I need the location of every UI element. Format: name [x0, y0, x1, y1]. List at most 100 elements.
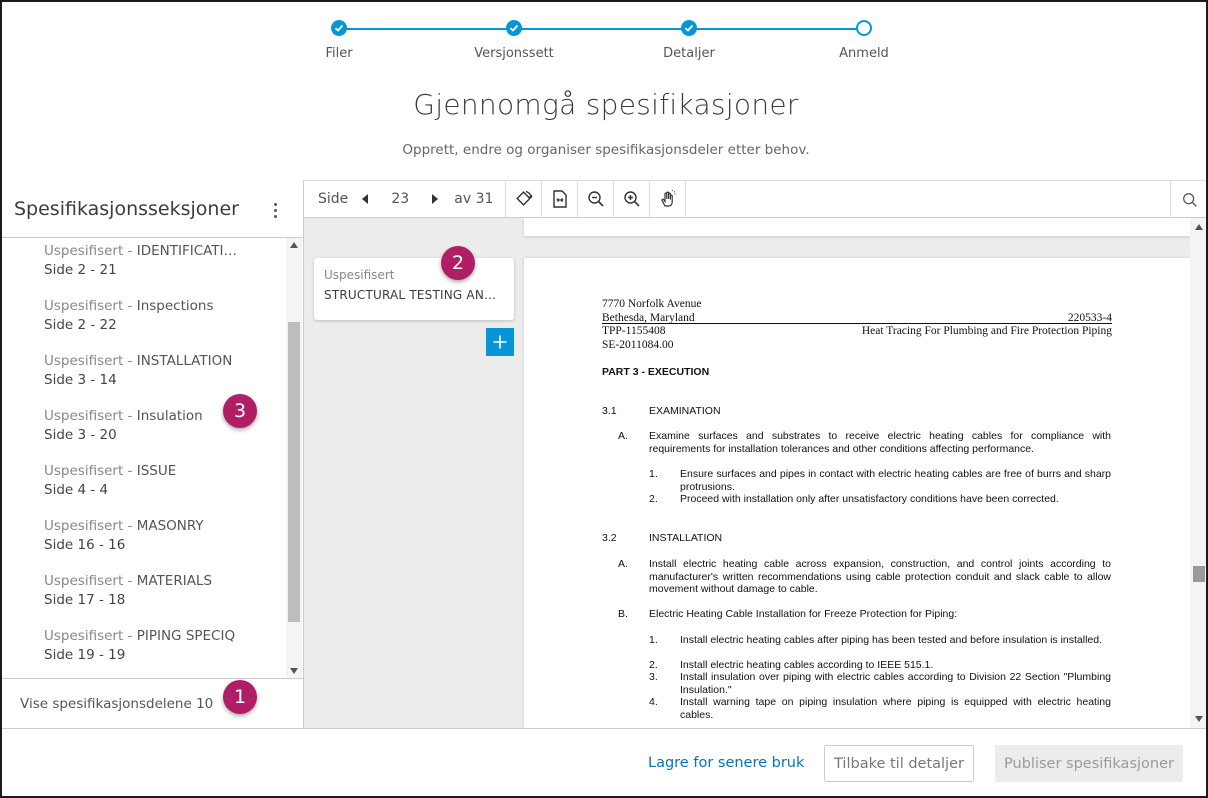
doc-item-number: 2. — [649, 659, 658, 671]
doc-title: Heat Tracing For Plumbing and Fire Prote… — [861, 325, 1112, 337]
publish-specifications-button[interactable]: Publiser spesifikasjoner — [995, 745, 1183, 782]
section-name: PIPING SPECIQ — [136, 628, 236, 644]
save-for-later-link[interactable]: Lagre for senere bruk — [648, 755, 804, 771]
viewer-toolbar: Side 23 av 31 — [304, 180, 1206, 218]
doc-header-rule — [602, 323, 1112, 324]
step-label: Versjonssett — [474, 46, 554, 61]
doc-paragraph: Install electric heating cables accordin… — [680, 659, 934, 671]
section-item[interactable]: Uspesifisert - IDENTIFICATI… Side 2 - 21 — [2, 238, 286, 293]
rotate-icon — [516, 190, 533, 206]
section-item[interactable]: Uspesifisert - Inspections Side 2 - 22 — [2, 293, 286, 348]
card-label: Uspesifisert — [324, 268, 395, 282]
zoom-in-icon — [624, 191, 640, 207]
section-name: ISSUE — [136, 463, 177, 479]
scroll-down-arrow-icon[interactable] — [290, 668, 298, 674]
sidebar-scrollbar[interactable] — [286, 238, 302, 678]
scroll-down-arrow-icon[interactable] — [1195, 716, 1203, 722]
section-item[interactable]: Uspesifisert - MATERIALS Side 17 - 18 — [2, 568, 286, 623]
step-anmeld: Anmeld — [814, 20, 914, 61]
doc-item-number: 2. — [649, 493, 658, 505]
section-name: Inspections — [136, 298, 214, 314]
section-prefix: Uspesifisert - — [44, 573, 137, 589]
viewer-scrollbar[interactable] — [1190, 218, 1206, 728]
search-button[interactable] — [1170, 181, 1206, 218]
section-pages: Side 3 - 14 — [44, 372, 117, 388]
section-item[interactable]: Uspesifisert - MASONRY Side 16 - 16 — [2, 513, 286, 568]
section-prefix: Uspesifisert - — [44, 518, 137, 534]
doc-paragraph: Electric Heating Cable Installation for … — [649, 608, 958, 620]
section-item[interactable]: Uspesifisert - PIPING SPECIQ Side 19 - 1… — [2, 623, 286, 678]
page-word: Side — [318, 191, 349, 207]
zoom-out-button[interactable] — [578, 181, 615, 217]
callout-badge-1: 1 — [223, 680, 257, 714]
doc-se-number: SE-2011084.00 — [602, 339, 674, 351]
section-prefix: Uspesifisert - — [44, 408, 137, 424]
section-name: IDENTIFICATI… — [136, 243, 238, 259]
more-options-icon[interactable] — [265, 200, 285, 220]
previous-page-icon[interactable] — [362, 194, 369, 204]
step-filer[interactable]: Filer — [289, 20, 389, 61]
rotate-button[interactable] — [506, 181, 543, 217]
doc-paragraph: Install electric heating cable across ex… — [649, 558, 1111, 595]
back-to-details-button[interactable]: Tilbake til detaljer — [824, 745, 974, 782]
section-item[interactable]: Uspesifisert - ISSUE Side 4 - 4 — [2, 458, 286, 513]
step-detaljer[interactable]: Detaljer — [639, 20, 739, 61]
pan-hand-icon — [661, 189, 676, 207]
spec-section-card[interactable]: Uspesifisert STRUCTURAL TESTING AND IN… — [314, 258, 514, 320]
search-icon — [1182, 192, 1197, 207]
section-pages: Side 19 - 19 — [44, 647, 126, 663]
zoom-out-icon — [588, 191, 604, 207]
sidebar-header: Spesifikasjonsseksjoner — [2, 180, 303, 238]
section-pages: Side 2 - 21 — [44, 262, 117, 278]
section-name: MATERIALS — [136, 573, 213, 589]
doc-address-line1: 7770 Norfolk Avenue — [602, 298, 702, 310]
scrollbar-thumb[interactable] — [1193, 566, 1205, 582]
callout-badge-2: 2 — [441, 246, 475, 280]
current-page-input[interactable]: 23 — [380, 191, 420, 207]
current-step-circle-icon — [856, 20, 872, 36]
section-pages: Side 17 - 18 — [44, 592, 126, 608]
page-total: av 31 — [454, 191, 494, 207]
scroll-up-arrow-icon[interactable] — [1195, 224, 1203, 230]
check-icon — [506, 20, 522, 36]
fit-width-button[interactable] — [542, 181, 579, 217]
doc-paragraph: Proceed with installation only after uns… — [680, 493, 1059, 505]
doc-paragraph: Ensure surfaces and pipes in contact wit… — [680, 468, 1111, 493]
page-title: Gjennomgå spesifikasjoner — [413, 88, 799, 121]
scrollbar-thumb[interactable] — [288, 322, 300, 622]
doc-section-number: 3.2 — [602, 532, 617, 544]
doc-section-title: EXAMINATION — [649, 405, 721, 417]
doc-item-number: 4. — [649, 696, 658, 708]
doc-item-letter: B. — [618, 608, 628, 620]
spec-sections-sidebar: Spesifikasjonsseksjoner Uspesifisert - I… — [2, 180, 304, 728]
doc-paragraph: Install electric heating cables after pi… — [680, 634, 1103, 646]
page-subtitle: Opprett, endre og organiser spesifikasjo… — [402, 142, 810, 158]
pan-button[interactable] — [650, 181, 687, 217]
section-pages: Side 3 - 20 — [44, 427, 117, 443]
section-prefix: Uspesifisert - — [44, 298, 137, 314]
fit-page-icon — [553, 190, 567, 208]
next-page-icon[interactable] — [432, 194, 439, 204]
doc-paragraph: Examine surfaces and substrates to recei… — [649, 430, 1111, 455]
doc-item-letter: A. — [618, 558, 628, 570]
step-versjonssett[interactable]: Versjonssett — [464, 20, 564, 61]
add-section-button[interactable] — [486, 328, 514, 356]
callout-badge-3: 3 — [223, 394, 257, 428]
doc-paragraph: Install warning tape on piping insulatio… — [680, 696, 1111, 721]
section-name: MASONRY — [136, 518, 204, 534]
section-pages: Side 2 - 22 — [44, 317, 117, 333]
step-label: Detaljer — [663, 46, 715, 61]
scroll-up-arrow-icon[interactable] — [290, 242, 298, 248]
zoom-in-button[interactable] — [614, 181, 651, 217]
doc-item-number: 3. — [649, 671, 658, 683]
section-prefix: Uspesifisert - — [44, 463, 137, 479]
dialog-footer: Lagre for senere bruk Tilbake til detalj… — [2, 728, 1206, 796]
section-pages: Side 16 - 16 — [44, 537, 126, 553]
section-pages: Side 4 - 4 — [44, 482, 109, 498]
doc-section-title: INSTALLATION — [649, 532, 723, 544]
plus-icon — [493, 335, 507, 349]
sections-count-footer: Vise spesifikasjonsdelene 10 — [2, 678, 303, 728]
progress-stepper: Filer Versjonssett Detaljer Anmeld — [302, 16, 902, 66]
doc-part-heading: PART 3 - EXECUTION — [602, 366, 710, 378]
section-name: INSTALLATION — [136, 353, 233, 369]
